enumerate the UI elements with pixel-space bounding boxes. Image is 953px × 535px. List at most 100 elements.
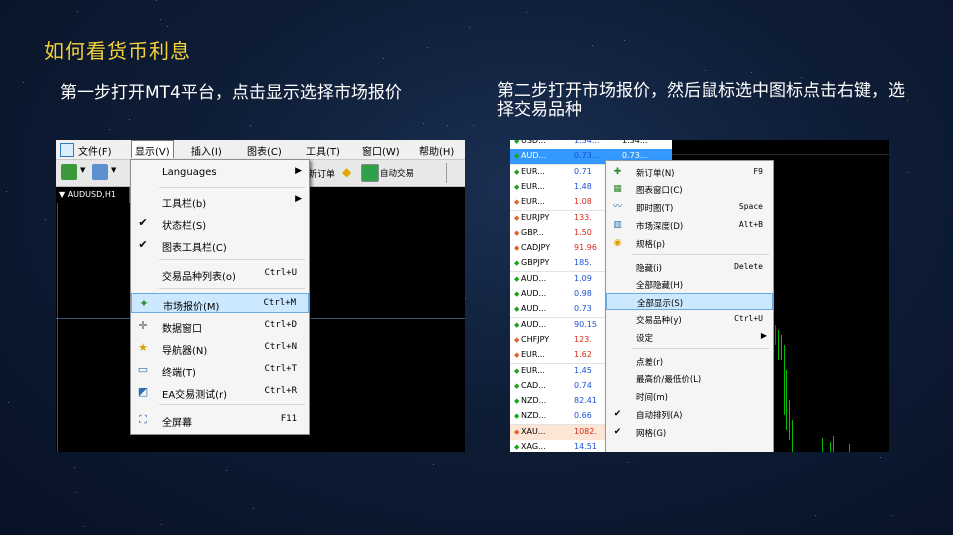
menu-item[interactable]: 工具栏(b) ▶: [131, 191, 309, 211]
arrow-up-icon: ◆: [514, 140, 520, 145]
menu-item[interactable]: ◉ 规格(p): [606, 235, 773, 252]
symbol-name: AUD...: [521, 273, 547, 283]
profiles-icon[interactable]: [92, 164, 108, 180]
symbol-cell: ◆ NZD...: [514, 411, 546, 420]
checkmark-icon: ✔: [138, 216, 148, 229]
background-star: [627, 462, 628, 463]
menu-view[interactable]: 显示(V): [131, 140, 174, 158]
menu-item-label: 时间(m): [636, 393, 668, 403]
bid-cell: 1.45: [574, 365, 592, 375]
menu-item[interactable]: 点差(r): [606, 353, 773, 370]
menu-item[interactable]: ⛶ 全屏幕 F11: [131, 410, 309, 430]
menu-help[interactable]: 帮助(H): [419, 143, 454, 158]
menu-item-label: 全屏幕: [162, 418, 192, 429]
background-star: [75, 492, 76, 493]
bid-cell: 0.73: [574, 304, 592, 314]
menu-item[interactable]: ▥ 市场深度(D) Alt+B: [606, 217, 773, 234]
bid-cell: 0.66: [574, 411, 592, 421]
symbol-cell: ◆ USD...: [514, 140, 546, 145]
candle-mark: [775, 325, 776, 345]
background-star: [77, 11, 78, 12]
menu-item-shortcut: Ctrl+T: [264, 364, 297, 374]
toolbar-separator: [446, 163, 447, 183]
bid-cell: 0.74: [574, 380, 592, 390]
menu-file[interactable]: 文件(F): [78, 143, 112, 158]
menu-item[interactable]: 全部隐藏(H): [606, 276, 773, 293]
menu-item[interactable]: ◩ EA交易测试(r) Ctrl+R: [131, 382, 309, 402]
menu-insert[interactable]: 插入(I): [191, 143, 222, 158]
menu-item[interactable]: 最高价/最低价(L): [606, 370, 773, 387]
auto-trade-hat-icon[interactable]: ◆: [342, 165, 351, 179]
symbol-cell: ◆ XAG...: [514, 442, 546, 451]
menu-item-shortcut: Alt+B: [738, 220, 763, 229]
arrow-up-icon: ◆: [514, 274, 520, 283]
submenu-arrow-icon: ▶: [295, 194, 302, 204]
new-chart-icon[interactable]: [61, 164, 77, 180]
background-star: [226, 470, 227, 471]
dropdown-arrow-icon[interactable]: ▼: [111, 166, 116, 174]
symbol-name: GBP...: [521, 227, 544, 237]
candle-mark: [786, 370, 787, 430]
menu-tools[interactable]: 工具(T): [306, 143, 340, 158]
candle-mark: [784, 345, 785, 415]
menu-item[interactable]: Languages ▶: [131, 163, 309, 183]
depth-icon: ▥: [613, 220, 622, 230]
menu-item-label: 设定: [636, 334, 654, 344]
menu-item-shortcut: Space: [738, 202, 763, 211]
menu-item[interactable]: 时间(m): [606, 388, 773, 405]
menu-window[interactable]: 窗口(W): [362, 143, 400, 158]
chart-tab-audusd[interactable]: ▼ AUDUSD,H1: [56, 187, 130, 203]
menu-icon-slot: [136, 267, 150, 281]
menu-item[interactable]: ✛ 数据窗口 Ctrl+D: [131, 316, 309, 336]
menu-item[interactable]: ▭ 终端(T) Ctrl+T: [131, 360, 309, 380]
menu-item[interactable]: ✦ 市场报价(M) Ctrl+M: [131, 293, 309, 313]
menu-item[interactable]: 全部显示(S): [606, 293, 773, 310]
arrow-down-icon: ◆: [514, 213, 520, 222]
menu-item[interactable]: 〰 即时图(T) Space: [606, 199, 773, 216]
arrow-up-icon: ◆: [514, 152, 520, 161]
arrow-up-icon: ◆: [514, 397, 520, 406]
menu-item[interactable]: ✔ 状态栏(S): [131, 213, 309, 233]
menu-item-label: 市场深度(D): [636, 222, 684, 232]
symbol-cell: ◆ AUD...: [514, 304, 546, 313]
bid-cell: 0.98: [574, 289, 592, 298]
menu-item[interactable]: 设定 ▶: [606, 329, 773, 346]
chart-border: [57, 203, 58, 452]
auto-trade-button-icon[interactable]: [361, 164, 379, 182]
symbol-cell: ◆ NZD...: [514, 396, 546, 405]
background-star: [161, 524, 162, 525]
toolbar-auto-trade[interactable]: 自动交易: [380, 167, 414, 179]
symbol-cell: ◆ AUD...: [514, 320, 546, 329]
menu-item[interactable]: ✚ 新订单(N) F9: [606, 164, 773, 181]
menu-item[interactable]: 交易品种列表(o) Ctrl+U: [131, 264, 309, 284]
menu-item[interactable]: ✔ 网格(G): [606, 424, 773, 441]
menu-item[interactable]: 交易品种(y) Ctrl+U: [606, 311, 773, 328]
background-star: [526, 12, 527, 13]
bid-cell: 82.41: [574, 396, 597, 406]
menu-item-shortcut: Ctrl+U: [264, 268, 297, 278]
background-star: [469, 27, 470, 28]
symbol-cell: ◆ AUD...: [514, 151, 546, 160]
background-star: [433, 464, 434, 465]
menu-item[interactable]: ✔ 图表工具栏(C): [131, 235, 309, 255]
candle-mark: [833, 436, 834, 452]
dropdown-arrow-icon[interactable]: ▼: [80, 166, 85, 174]
menu-item-shortcut: Ctrl+U: [734, 314, 763, 323]
symbol-name: EUR...: [521, 365, 545, 375]
menu-charts[interactable]: 图表(C): [247, 143, 282, 158]
menu-icon-slot: [611, 355, 624, 368]
candle-mark: [822, 438, 823, 452]
symbol-name: EUR...: [521, 197, 545, 207]
slide-title: 如何看货币利息: [44, 39, 191, 63]
menu-item-label: 网格(G): [636, 429, 667, 439]
toolbar-new-order[interactable]: 新订单: [308, 167, 335, 180]
menu-item[interactable]: ✔ 自动排列(A): [606, 406, 773, 423]
menu-item[interactable]: 隐藏(i) Delete: [606, 259, 773, 276]
symbol-cell: ◆ GBP...: [514, 228, 544, 237]
menu-item[interactable]: ▦ 图表窗口(C): [606, 181, 773, 198]
menu-item-label: 终端(T): [162, 368, 196, 379]
menu-item[interactable]: ★ 导航器(N) Ctrl+N: [131, 338, 309, 358]
checkmark-icon: ✔: [613, 427, 622, 437]
background-star: [907, 172, 908, 173]
step1-text: 第一步打开MT4平台，点击显示选择市场报价: [60, 83, 402, 103]
